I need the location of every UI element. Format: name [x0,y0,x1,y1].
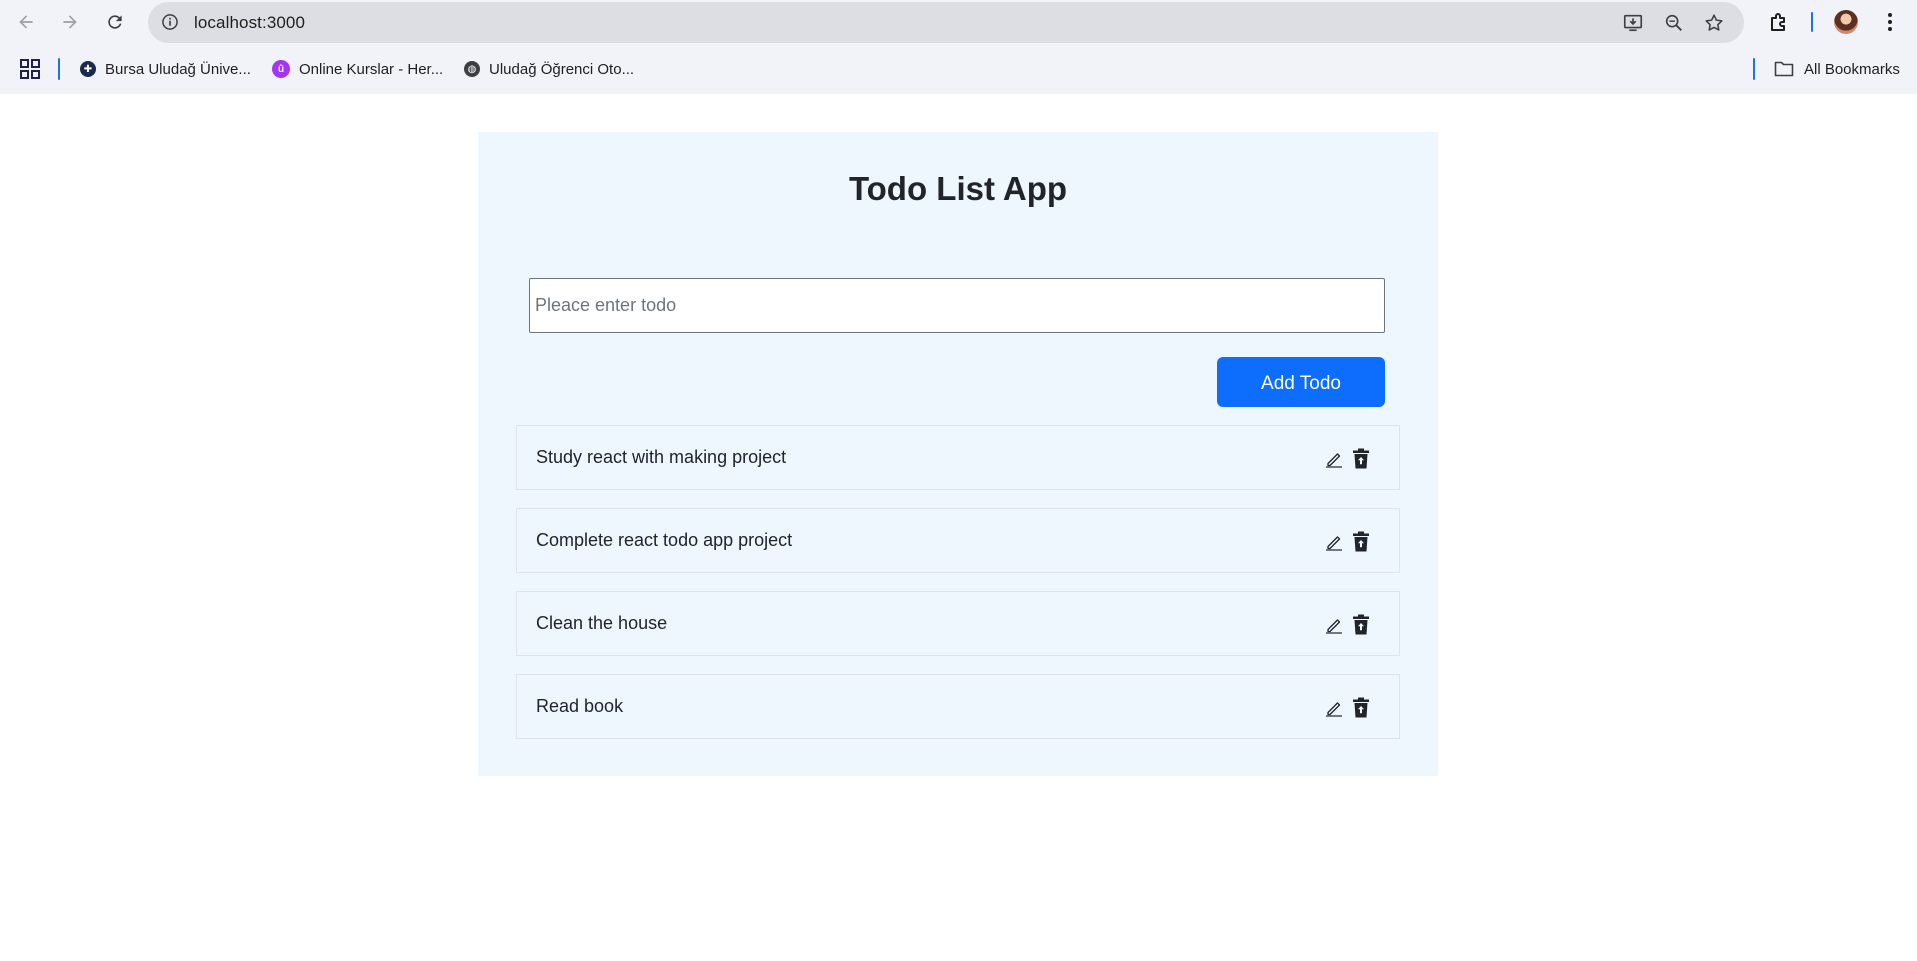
edit-pencil-icon[interactable] [1325,450,1343,468]
todo-text: Study react with making project [536,447,787,467]
all-bookmarks-label: All Bookmarks [1804,60,1900,78]
todo-text: Clean the house [536,613,668,633]
toolbar-divider [1811,12,1813,32]
trash-icon[interactable] [1352,614,1370,635]
todo-item: Complete react todo app project [516,508,1400,573]
udemy-favicon-icon: û [272,60,290,78]
more-vertical-icon [1888,13,1892,31]
browser-menu-button[interactable] [1878,10,1902,34]
edit-pencil-icon[interactable] [1325,699,1343,717]
url-text[interactable]: localhost:3000 [194,13,305,33]
browser-toolbar: localhost:3000 [0,0,1917,44]
todo-text: Read book [536,696,624,716]
bookmark-star-icon[interactable] [1703,12,1725,34]
site-info-icon[interactable] [160,12,180,32]
add-todo-button[interactable]: Add Todo [1217,357,1385,407]
reload-button[interactable] [101,8,129,36]
trash-icon[interactable] [1352,448,1370,469]
todo-list: Study react with making project Complete… [516,425,1400,757]
back-button[interactable] [12,8,40,36]
trash-icon[interactable] [1352,531,1370,552]
globe-favicon-icon: ◍ [464,61,480,77]
bookmark-label: Uludağ Öğrenci Oto... [489,60,635,78]
bookmark-online-kurslar[interactable]: û Online Kurslar - Her... [272,58,443,80]
puzzle-icon [1771,13,1785,31]
trash-icon[interactable] [1352,697,1370,718]
forward-button[interactable] [56,8,84,36]
arrow-left-icon [19,15,33,29]
zoom-icon[interactable] [1663,12,1685,34]
address-bar[interactable]: localhost:3000 [148,2,1744,43]
edit-pencil-icon[interactable] [1325,616,1343,634]
page-title: Todo List App [848,170,1068,207]
bookmarks-bar: ✚ Bursa Uludağ Ünive... û Online Kurslar… [0,44,1917,94]
todo-text: Complete react todo app project [536,530,793,550]
reload-icon [108,15,122,29]
bookmark-label: Bursa Uludağ Ünive... [105,60,251,78]
edit-pencil-icon[interactable] [1325,533,1343,551]
apps-grid-icon[interactable] [20,59,40,79]
bookmarks-divider-right [1753,58,1755,80]
bookmark-ogrenci-otomasyon[interactable]: ◍ Uludağ Öğrenci Oto... [464,58,634,80]
todo-input[interactable] [529,278,1385,333]
todo-item: Clean the house [516,591,1400,656]
bookmark-uludag[interactable]: ✚ Bursa Uludağ Ünive... [80,58,251,80]
bookmark-label: Online Kurslar - Her... [299,60,444,78]
folder-icon [1774,61,1794,77]
todo-item: Study react with making project [516,425,1400,490]
uludag-favicon-icon: ✚ [80,61,96,77]
todo-item: Read book [516,674,1400,739]
profile-avatar[interactable] [1834,10,1858,34]
todo-app-card: Todo List App Add Todo Study react with … [478,132,1438,776]
extensions-button[interactable] [1767,10,1791,34]
arrow-right-icon [63,15,77,29]
bookmarks-divider [58,58,60,80]
install-app-icon[interactable] [1622,12,1644,34]
all-bookmarks-button[interactable]: All Bookmarks [1774,58,1900,80]
